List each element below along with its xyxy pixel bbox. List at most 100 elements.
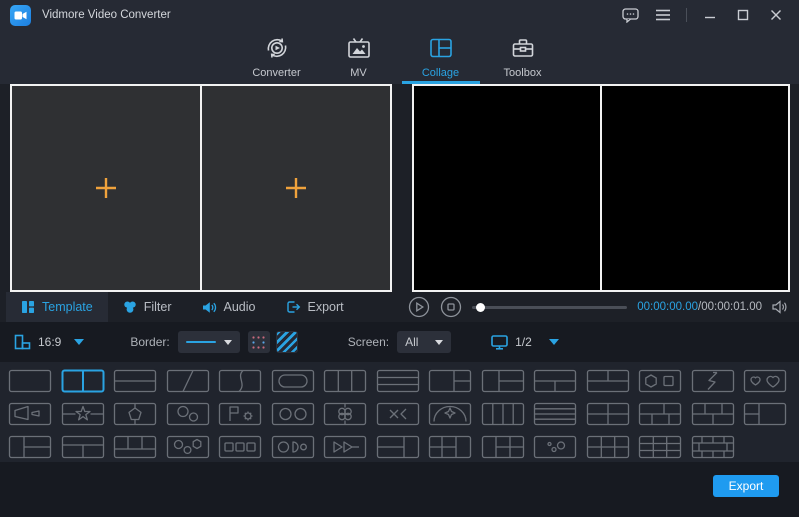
preview-cell-1 <box>414 86 600 290</box>
panel-tab-filter[interactable]: Filter <box>108 292 187 322</box>
template-circle-shapes[interactable] <box>271 435 315 459</box>
screen-page-icon <box>491 335 508 350</box>
border-dash-button[interactable] <box>248 331 270 353</box>
add-video-plus-icon <box>283 175 309 201</box>
time-total: 00:00:01.00 <box>701 301 762 313</box>
aspect-ratio-value: 16:9 <box>38 335 61 349</box>
panel-tabs: Template Filter Audio Export <box>0 292 402 322</box>
template-rounded-inset[interactable] <box>271 369 315 393</box>
collage-icon <box>428 35 454 64</box>
template-left-one-right-rows[interactable] <box>8 435 52 459</box>
template-four-vertical[interactable] <box>481 402 525 426</box>
template-cross-bracket[interactable] <box>376 402 420 426</box>
chevron-down-icon <box>74 339 84 345</box>
time-current: 00:00:00.00 <box>637 301 698 313</box>
template-two-vertical[interactable] <box>61 369 105 393</box>
template-pentagon[interactable] <box>113 402 157 426</box>
collage-cell-1[interactable] <box>12 86 200 290</box>
template-top-big-bottom-cols[interactable] <box>533 369 577 393</box>
panel-tab-audio-label: Audio <box>224 300 256 314</box>
panel-tab-template[interactable]: Template <box>6 292 108 322</box>
panel-tab-export[interactable]: Export <box>271 292 359 322</box>
template-left-wide-right-rows[interactable] <box>481 369 525 393</box>
template-top-cols-bottom-bar[interactable] <box>113 435 157 459</box>
template-two-circles[interactable] <box>271 402 315 426</box>
export-button[interactable]: Export <box>713 475 779 497</box>
tab-collage[interactable]: Collage <box>405 30 477 84</box>
template-star-banner[interactable] <box>61 402 105 426</box>
template-curve[interactable] <box>218 369 262 393</box>
panel-tab-template-label: Template <box>42 300 93 314</box>
template-dots[interactable] <box>533 435 577 459</box>
close-button[interactable] <box>763 3 789 27</box>
template-page-dropdown[interactable]: 1/2 <box>491 335 559 350</box>
play-button[interactable] <box>408 296 430 318</box>
template-grid-3x3[interactable] <box>638 435 682 459</box>
template-two-horizontal[interactable] <box>113 369 157 393</box>
template-three-squares[interactable] <box>218 435 262 459</box>
filter-icon <box>123 300 137 314</box>
time-display: 00:00:00.00/00:00:01.00 <box>637 301 762 313</box>
feedback-icon[interactable] <box>617 3 643 27</box>
tab-collage-label: Collage <box>422 67 459 79</box>
titlebar-separator <box>686 8 687 22</box>
collage-cell-2[interactable] <box>202 86 390 290</box>
template-three-shapes[interactable] <box>166 435 210 459</box>
template-hearts[interactable] <box>743 369 787 393</box>
maximize-button[interactable] <box>730 3 756 27</box>
collage-editor <box>10 84 392 292</box>
progress-track <box>472 306 627 309</box>
mv-icon <box>346 35 372 64</box>
progress-slider[interactable] <box>472 300 627 314</box>
template-left-big-right-rows[interactable] <box>428 369 472 393</box>
tab-converter[interactable]: Converter <box>241 30 313 84</box>
toolbox-icon <box>510 35 536 64</box>
tab-converter-label: Converter <box>252 67 300 79</box>
template-grid-asym-a[interactable] <box>638 402 682 426</box>
template-hexagon-square[interactable] <box>638 369 682 393</box>
template-clover[interactable] <box>323 402 367 426</box>
template-left-rows-right-one[interactable] <box>376 435 420 459</box>
template-flag-gear[interactable] <box>218 402 262 426</box>
tab-mv[interactable]: MV <box>323 30 395 84</box>
template-page-indicator: 1/2 <box>515 335 532 349</box>
aspect-ratio-dropdown[interactable]: 16:9 <box>14 334 84 351</box>
border-color-button[interactable] <box>276 331 298 353</box>
chevron-down-icon <box>549 339 559 345</box>
template-grid-2x3[interactable] <box>586 435 630 459</box>
screen-label: Screen: <box>348 335 389 349</box>
stop-button[interactable] <box>440 296 462 318</box>
progress-knob[interactable] <box>476 303 485 312</box>
control-row: Template Filter Audio Export 00:00:00.00… <box>0 292 799 322</box>
template-single[interactable] <box>8 369 52 393</box>
template-four-horizontal[interactable] <box>533 402 577 426</box>
template-top-cols-bottom-big[interactable] <box>586 369 630 393</box>
template-circles-diagonal[interactable] <box>166 402 210 426</box>
template-lightning[interactable] <box>691 369 735 393</box>
template-grid-asym-b[interactable] <box>691 402 735 426</box>
template-left-rows-right-big[interactable] <box>743 402 787 426</box>
minimize-button[interactable] <box>697 3 723 27</box>
playback-controls: 00:00:00.00/00:00:01.00 <box>402 292 799 322</box>
screen-value: All <box>405 335 418 349</box>
template-grid-2x2-right-col[interactable] <box>428 435 472 459</box>
template-play-arrows[interactable] <box>323 435 367 459</box>
menu-icon[interactable] <box>650 3 676 27</box>
screen-dropdown[interactable]: All <box>397 331 451 353</box>
template-brick-grid[interactable] <box>691 435 735 459</box>
template-three-horizontal[interactable] <box>376 369 420 393</box>
panel-tab-audio[interactable]: Audio <box>187 292 271 322</box>
border-line-sample <box>186 341 216 343</box>
volume-icon[interactable] <box>772 300 789 314</box>
template-megaphone[interactable] <box>8 402 52 426</box>
template-arch-clover[interactable] <box>428 402 472 426</box>
template-three-vertical[interactable] <box>323 369 367 393</box>
template-grid <box>0 362 799 462</box>
template-top-bar-bottom-cols[interactable] <box>61 435 105 459</box>
template-left-col-right-grid[interactable] <box>481 435 525 459</box>
border-label: Border: <box>130 335 169 349</box>
template-diagonal[interactable] <box>166 369 210 393</box>
tab-toolbox[interactable]: Toolbox <box>487 30 559 84</box>
template-grid-2x2[interactable] <box>586 402 630 426</box>
border-style-dropdown[interactable] <box>178 331 240 353</box>
